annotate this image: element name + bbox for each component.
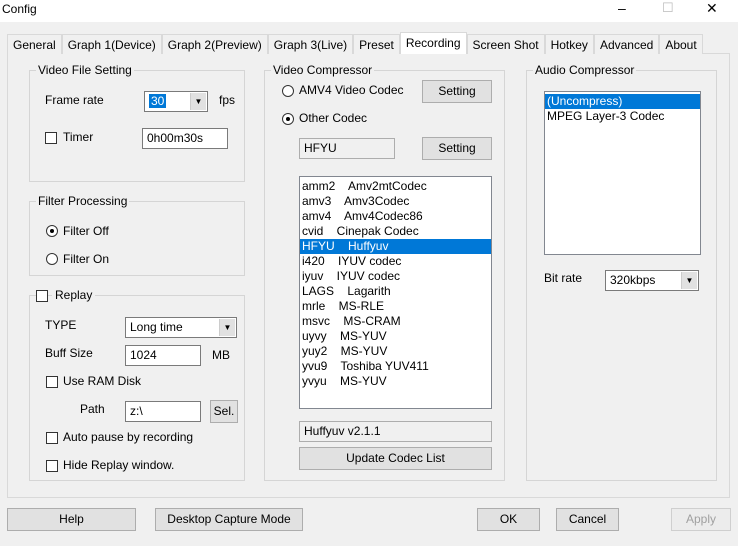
- tab-hotkey[interactable]: Hotkey: [544, 34, 594, 54]
- list-item[interactable]: i420 IYUV codec: [300, 254, 491, 269]
- tab-general[interactable]: General: [7, 34, 62, 54]
- list-item[interactable]: amv4 Amv4Codec86: [300, 209, 491, 224]
- codec-version-field: Huffyuv v2.1.1: [299, 421, 492, 442]
- mb-label: MB: [212, 348, 230, 362]
- tab-preset[interactable]: Preset: [353, 34, 400, 54]
- help-button[interactable]: Help: [7, 508, 136, 531]
- hide-replay-checkbox[interactable]: [46, 460, 58, 472]
- group-title: Filter Processing: [36, 194, 130, 208]
- group-title: Video Compressor: [271, 63, 375, 77]
- list-item[interactable]: amv3 Amv3Codec: [300, 194, 491, 209]
- list-item[interactable]: uyvy MS-YUV: [300, 329, 491, 344]
- tab-bar: General Graph 1(Device) Graph 2(Preview) Gr…: [7, 32, 703, 54]
- ok-button[interactable]: OK: [477, 508, 540, 531]
- cancel-button[interactable]: Cancel: [556, 508, 619, 531]
- tab-graph-2-preview-[interactable]: Graph 2(Preview): [161, 34, 268, 54]
- apply-button[interactable]: Apply: [671, 508, 731, 531]
- timer-label: Timer: [63, 130, 94, 144]
- list-item[interactable]: LAGS Lagarith: [300, 284, 491, 299]
- hide-replay-label: Hide Replay window.: [63, 458, 175, 472]
- list-item[interactable]: MPEG Layer-3 Codec: [545, 109, 700, 124]
- maximize-button[interactable]: ☐: [662, 0, 674, 16]
- audio-compressor-group: Audio Compressor (Uncompress) MPEG Layer-…: [526, 63, 717, 481]
- path-label: Path: [80, 402, 105, 416]
- group-title: Audio Compressor: [533, 63, 637, 77]
- title-bar: Config – ☐ ✕: [0, 0, 738, 22]
- auto-pause-checkbox[interactable]: [46, 432, 58, 444]
- tab-recording[interactable]: Recording: [399, 32, 467, 54]
- chevron-down-icon: ▼: [219, 319, 235, 336]
- buff-size-input[interactable]: 1024: [125, 345, 201, 366]
- list-item[interactable]: msvc MS-CRAM: [300, 314, 491, 329]
- update-codec-list-button[interactable]: Update Codec List: [299, 447, 492, 470]
- list-item[interactable]: amm2 Amv2mtCodec: [300, 179, 491, 194]
- tab-screen-shot[interactable]: Screen Shot: [466, 34, 545, 54]
- tab-about[interactable]: About: [659, 34, 703, 54]
- amv4-setting-button[interactable]: Setting: [422, 80, 492, 103]
- codec-setting-button[interactable]: Setting: [422, 137, 492, 160]
- codec-list[interactable]: amm2 Amv2mtCodec amv3 Amv3Codec amv4 Amv4C…: [299, 176, 492, 409]
- chevron-down-icon: ▼: [681, 272, 697, 289]
- replay-checkbox[interactable]: [36, 290, 48, 302]
- window-title: Config: [2, 2, 37, 16]
- filter-processing-group: Filter Processing Filter Off Filter On: [29, 194, 245, 276]
- tab-graph-1-device-[interactable]: Graph 1(Device): [61, 34, 162, 54]
- minimize-button[interactable]: –: [618, 0, 626, 16]
- tab-advanced[interactable]: Advanced: [593, 34, 660, 54]
- type-label: TYPE: [45, 318, 77, 332]
- codec-field: HFYU: [299, 138, 395, 159]
- list-item[interactable]: HFYU Huffyuv: [300, 239, 491, 254]
- filter-on-label: Filter On: [63, 252, 110, 266]
- close-button[interactable]: ✕: [706, 0, 718, 17]
- ram-disk-checkbox[interactable]: [46, 376, 58, 388]
- tab-graph-3-live-[interactable]: Graph 3(Live): [267, 34, 354, 54]
- select-path-button[interactable]: Sel.: [210, 400, 238, 423]
- video-file-setting-group: Video File Setting Frame rate 30 ▼ fps Ti…: [29, 63, 245, 182]
- bit-rate-value: 320kbps: [610, 273, 656, 287]
- filter-off-radio[interactable]: [46, 225, 58, 237]
- buff-size-label: Buff Size: [45, 346, 93, 360]
- auto-pause-label: Auto pause by recording: [63, 430, 194, 444]
- amv4-label: AMV4 Video Codec: [299, 83, 404, 97]
- audio-codec-list[interactable]: (Uncompress) MPEG Layer-3 Codec: [544, 91, 701, 255]
- list-item[interactable]: mrle MS-RLE: [300, 299, 491, 314]
- video-compressor-group: Video Compressor AMV4 Video Codec Settin…: [264, 63, 505, 481]
- filter-on-radio[interactable]: [46, 253, 58, 265]
- list-item[interactable]: yvyu MS-YUV: [300, 374, 491, 389]
- frame-rate-select[interactable]: 30 ▼: [144, 91, 208, 112]
- replay-group: Replay TYPE Long time ▼ Buff Size 1024 MB…: [29, 288, 245, 481]
- fps-label: fps: [219, 93, 236, 107]
- frame-rate-label: Frame rate: [45, 93, 104, 107]
- list-item[interactable]: (Uncompress): [545, 94, 700, 109]
- replay-label: Replay: [52, 288, 96, 302]
- ram-disk-label: Use RAM Disk: [63, 374, 142, 388]
- type-select[interactable]: Long time ▼: [125, 317, 237, 338]
- timer-input[interactable]: 0h00m30s: [142, 128, 228, 149]
- list-item[interactable]: iyuv IYUV codec: [300, 269, 491, 284]
- other-codec-label: Other Codec: [299, 111, 368, 125]
- amv4-radio[interactable]: [282, 85, 294, 97]
- bit-rate-select[interactable]: 320kbps ▼: [605, 270, 699, 291]
- desktop-capture-mode-button[interactable]: Desktop Capture Mode: [155, 508, 303, 531]
- group-title: Video File Setting: [36, 63, 134, 77]
- bit-rate-label: Bit rate: [544, 271, 583, 285]
- filter-off-label: Filter Off: [63, 224, 109, 238]
- other-codec-radio[interactable]: [282, 113, 294, 125]
- frame-rate-value: 30: [149, 94, 167, 108]
- list-item[interactable]: yuy2 MS-YUV: [300, 344, 491, 359]
- path-input[interactable]: z:\: [125, 401, 201, 422]
- timer-checkbox[interactable]: [45, 132, 57, 144]
- type-value: Long time: [130, 320, 183, 334]
- chevron-down-icon: ▼: [190, 93, 206, 110]
- list-item[interactable]: cvid Cinepak Codec: [300, 224, 491, 239]
- list-item[interactable]: yvu9 Toshiba YUV411: [300, 359, 491, 374]
